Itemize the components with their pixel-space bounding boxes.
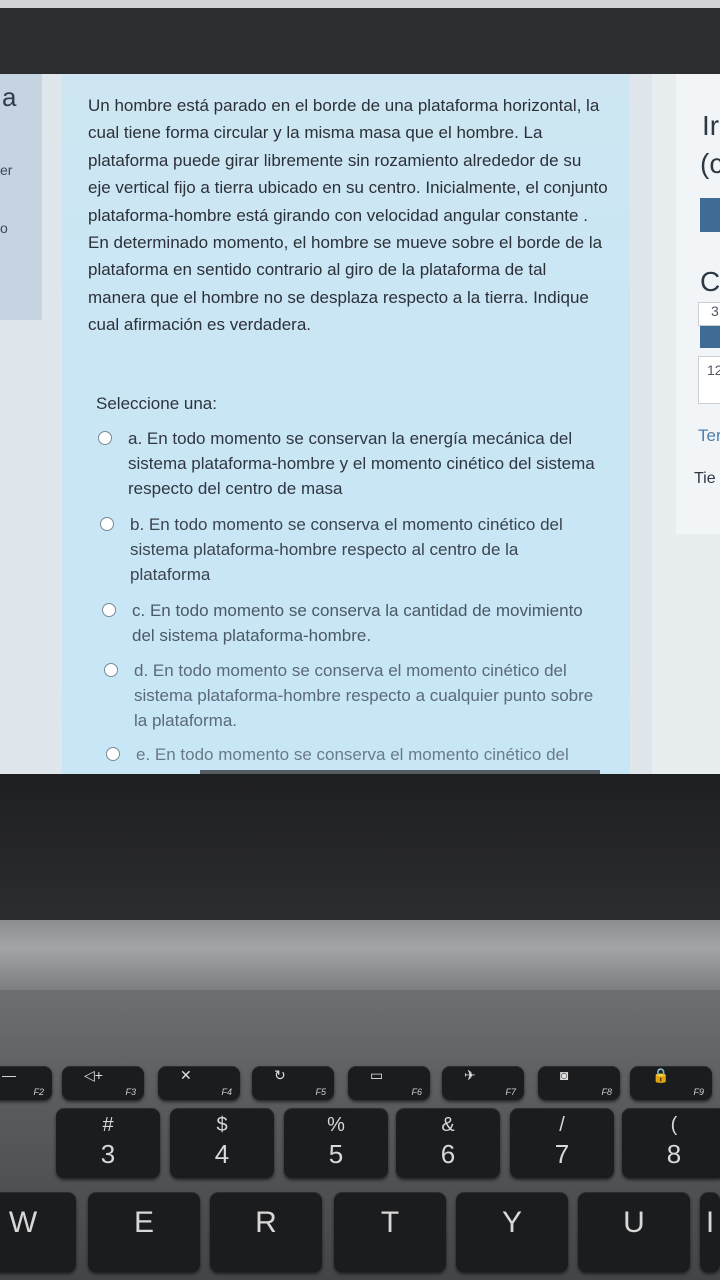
- key-f2[interactable]: — F2: [0, 1066, 52, 1100]
- left-fragment-er: er: [0, 162, 13, 178]
- key-4[interactable]: $4: [170, 1108, 274, 1178]
- left-fragment-o: o: [0, 220, 8, 236]
- right-fragment-c: C: [700, 266, 720, 297]
- touchpad-icon: ▭: [370, 1067, 384, 1083]
- laptop-top-bezel: [0, 0, 720, 80]
- question-panel: Un hombre está parado en el borde de una…: [62, 74, 630, 774]
- option-b[interactable]: b. En todo momento se conserva el moment…: [100, 512, 600, 587]
- left-fragment-a: a: [2, 82, 17, 112]
- option-e[interactable]: e. En todo momento se conserva el moment…: [106, 742, 606, 767]
- right-box-12[interactable]: 12: [698, 356, 720, 404]
- right-dark-box-2: [700, 326, 720, 348]
- key-i[interactable]: I: [700, 1192, 720, 1272]
- key-r[interactable]: R: [210, 1192, 322, 1272]
- option-a[interactable]: a. En todo momento se conservan la energ…: [98, 426, 598, 501]
- key-f5[interactable]: ↻ F5: [252, 1066, 334, 1100]
- key-f6[interactable]: ▭ F6: [348, 1066, 430, 1100]
- select-one-label: Seleccione una:: [96, 394, 217, 413]
- right-fragment-ir: Ir: [702, 110, 720, 141]
- option-e-text: e. En todo momento se conserva el moment…: [136, 745, 569, 764]
- option-b-text: b. En todo momento se conserva el moment…: [130, 515, 563, 584]
- right-box-3: 3: [698, 302, 720, 326]
- question-text: Un hombre está parado en el borde de una…: [88, 96, 608, 335]
- key-w[interactable]: W: [0, 1192, 76, 1272]
- volume-up-icon: ◁+: [84, 1067, 103, 1083]
- radio-button-b[interactable]: [100, 517, 114, 531]
- laptop-screen: a er o Un hombre está parado en el borde…: [0, 74, 720, 774]
- key-f2-icon: —: [2, 1067, 16, 1083]
- option-d-text: d. En todo momento se conserva el moment…: [134, 661, 594, 730]
- option-c-text: c. En todo momento se conserva la cantid…: [132, 601, 583, 645]
- key-e[interactable]: E: [88, 1192, 200, 1272]
- option-c[interactable]: c. En todo momento se conserva la cantid…: [102, 598, 602, 648]
- key-t[interactable]: T: [334, 1192, 446, 1272]
- right-fragment-ter: Ter: [698, 426, 720, 445]
- key-6[interactable]: & 6: [396, 1108, 500, 1178]
- mic-mute-icon: ✕: [180, 1067, 192, 1083]
- option-a-text: a. En todo momento se conservan la energ…: [128, 429, 595, 498]
- right-fragment-3: 3: [711, 303, 719, 319]
- key-3[interactable]: #3: [56, 1108, 160, 1178]
- key-u[interactable]: U: [578, 1192, 690, 1272]
- right-fragment-12: 12: [707, 362, 720, 378]
- key-f8[interactable]: ◙ F8: [538, 1066, 620, 1100]
- key-5[interactable]: % 5: [284, 1108, 388, 1178]
- radio-button-a[interactable]: [98, 431, 112, 445]
- laptop-bottom-bezel: [0, 774, 720, 924]
- key-f9[interactable]: 🔒 F9: [630, 1066, 712, 1100]
- key-f4[interactable]: ✕ F4: [158, 1066, 240, 1100]
- lock-icon: 🔒: [652, 1067, 670, 1083]
- right-fragment-paren: (c: [700, 148, 720, 179]
- camera-icon: ◙: [560, 1067, 569, 1083]
- option-d[interactable]: d. En todo momento se conserva el moment…: [104, 658, 604, 733]
- radio-button-e[interactable]: [106, 747, 120, 761]
- radio-button-d[interactable]: [104, 663, 118, 677]
- key-y[interactable]: Y: [456, 1192, 568, 1272]
- key-f7[interactable]: ✈ F7: [442, 1066, 524, 1100]
- radio-button-c[interactable]: [102, 603, 116, 617]
- key-8[interactable]: (8: [622, 1108, 720, 1178]
- key-7[interactable]: /7: [510, 1108, 614, 1178]
- airplane-mode-icon: ✈: [464, 1067, 476, 1083]
- right-dark-box-1: [700, 198, 720, 232]
- laptop-keyboard-deck: — F2 ◁+ F3 ✕ F4 ↻ F5 ▭ F6 ✈ F7 ◙ F8 🔒 F9 #3 $4 %…: [0, 990, 720, 1280]
- ceiling-strip: [0, 0, 720, 8]
- key-f3[interactable]: ◁+ F3: [62, 1066, 144, 1100]
- right-fragment-tie: Tie: [694, 470, 716, 487]
- refresh-icon: ↻: [274, 1067, 286, 1083]
- laptop-hinge: [0, 920, 720, 990]
